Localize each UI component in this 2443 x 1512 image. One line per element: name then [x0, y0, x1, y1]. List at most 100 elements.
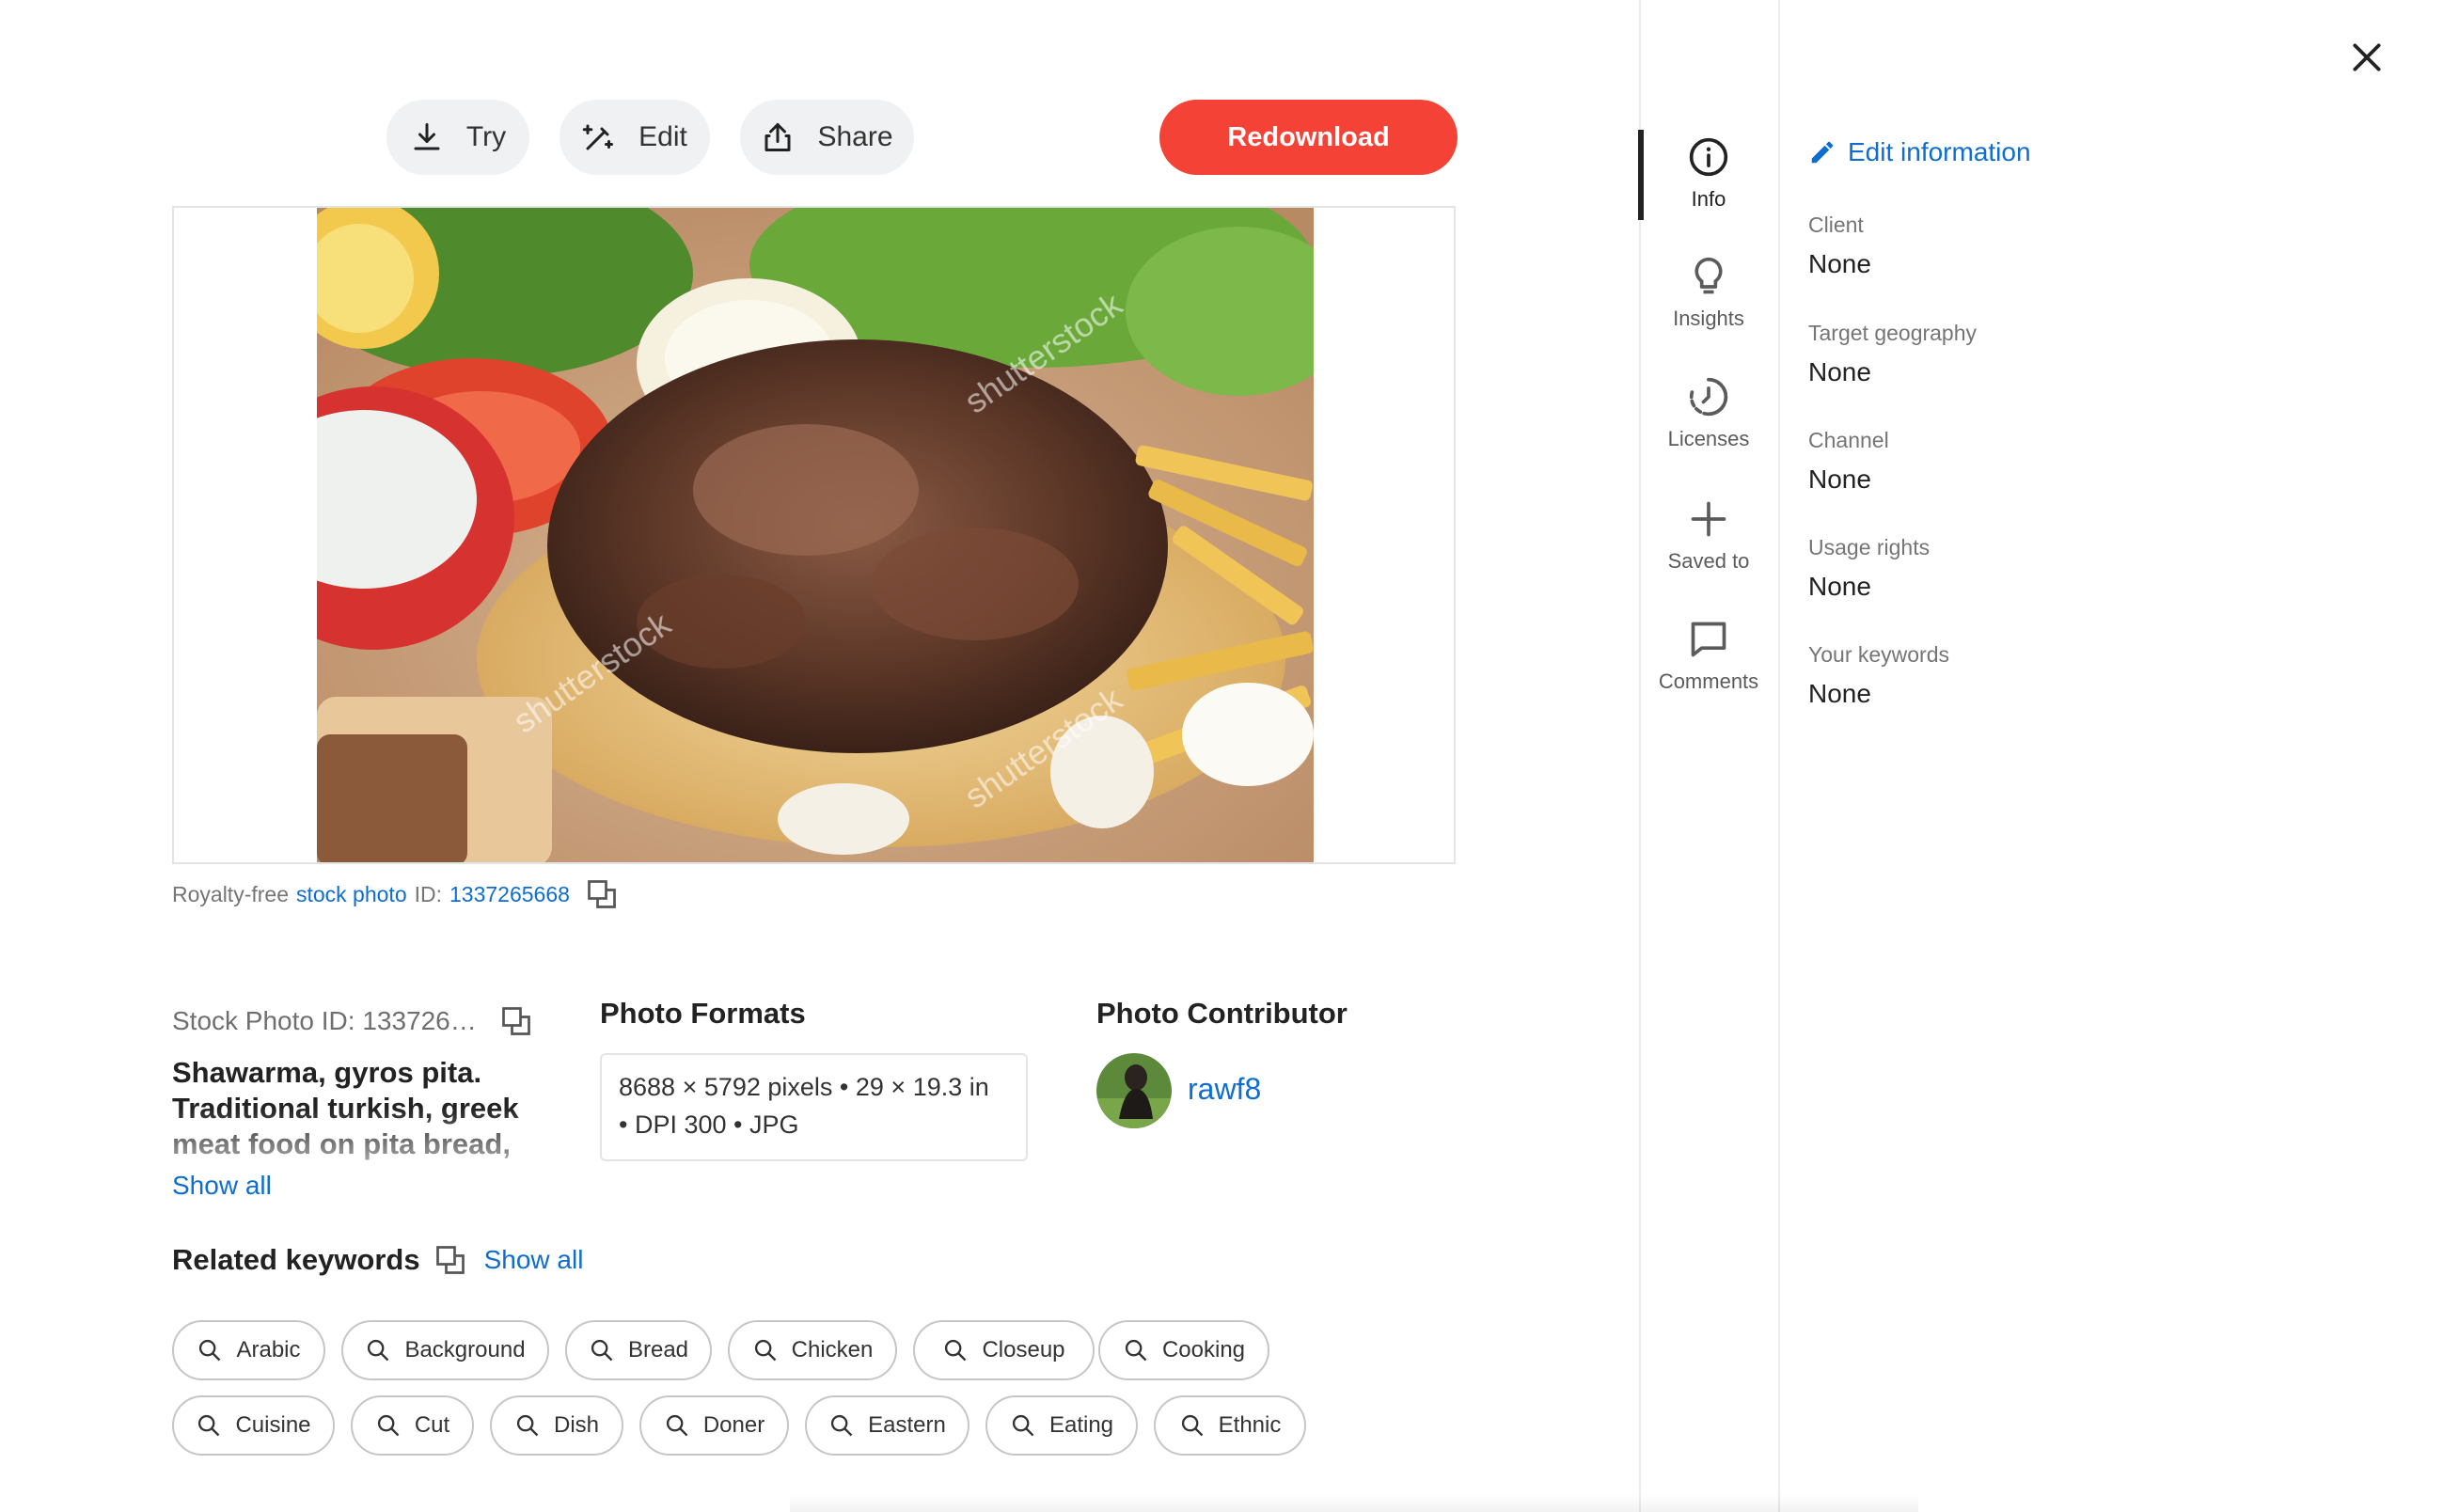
- search-icon: [664, 1412, 690, 1439]
- rail-divider-right: [1778, 0, 1780, 1512]
- search-icon: [196, 1412, 222, 1439]
- keyword-label: Doner: [702, 1412, 765, 1438]
- keyword-label: Eating: [1048, 1412, 1114, 1438]
- usage-rights-value: None: [1808, 572, 1871, 601]
- photo-caption: Royalty-free stock photo ID: 1337265668: [172, 876, 619, 912]
- keyword-label: Closeup: [982, 1337, 1065, 1362]
- formats-line-2: • DPI 300 • JPG: [619, 1110, 799, 1139]
- photo-contributor-title: Photo Contributor: [1096, 997, 1348, 1030]
- search-icon: [1179, 1412, 1206, 1439]
- history-icon: [1688, 376, 1729, 417]
- keyword-chip[interactable]: Eating: [985, 1395, 1138, 1456]
- keyword-label: Bread: [627, 1337, 689, 1362]
- keyword-chip[interactable]: Chicken: [728, 1320, 897, 1380]
- keyword-chip[interactable]: Cut: [351, 1395, 474, 1456]
- keyword-chip[interactable]: Bread: [565, 1320, 712, 1380]
- edit-information-label: Edit information: [1848, 137, 2031, 166]
- keyword-label: Cuisine: [235, 1412, 311, 1438]
- keyword-chip[interactable]: Dish: [490, 1395, 623, 1456]
- keyword-label: Background: [404, 1337, 526, 1362]
- rail-item-licenses[interactable]: Licenses: [1644, 376, 1773, 451]
- keyword-label: Arabic: [236, 1337, 301, 1362]
- lightbulb-icon: [1688, 256, 1729, 297]
- search-icon: [1010, 1412, 1036, 1439]
- keyword-chip[interactable]: Ethnic: [1154, 1395, 1306, 1456]
- try-button[interactable]: Try: [386, 100, 529, 175]
- edit-information-link[interactable]: Edit information: [1808, 137, 2031, 167]
- stock-photo: shutterstock shutterstock shutterstock: [317, 208, 1314, 862]
- your-keywords-value: None: [1808, 679, 1871, 708]
- related-keywords-title: Related keywords: [172, 1243, 420, 1276]
- channel-label: Channel: [1808, 428, 1889, 452]
- search-icon: [752, 1337, 779, 1363]
- rail-label-info: Info: [1691, 187, 1726, 211]
- keyword-label: Eastern: [868, 1412, 946, 1438]
- share-label: Share: [817, 121, 893, 152]
- contributor-avatar[interactable]: [1096, 1053, 1172, 1128]
- keyword-label: Cut: [414, 1412, 450, 1438]
- client-value: None: [1808, 249, 1871, 278]
- stock-id-text: Stock Photo ID: 133726…: [172, 1006, 477, 1035]
- contributor-name-link[interactable]: rawf8: [1188, 1072, 1261, 1107]
- related-keywords-header: Related keywords Show all: [172, 1243, 583, 1277]
- close-icon: [2349, 39, 2385, 75]
- keyword-chip[interactable]: Cuisine: [172, 1395, 335, 1456]
- keyword-chip[interactable]: Arabic: [172, 1320, 325, 1380]
- comment-icon: [1688, 619, 1729, 660]
- target-geography-value: None: [1808, 357, 1871, 386]
- rail-label-comments: Comments: [1658, 669, 1759, 693]
- photo-id-link[interactable]: 1337265668: [449, 882, 570, 907]
- rail-label-insights: Insights: [1673, 307, 1744, 330]
- rail-item-saved-to[interactable]: Saved to: [1644, 498, 1773, 574]
- channel-value: None: [1808, 465, 1871, 494]
- stock-photo-link[interactable]: stock photo: [296, 882, 407, 907]
- keyword-label: Chicken: [791, 1337, 874, 1362]
- keyword-chip[interactable]: Background: [341, 1320, 549, 1380]
- rail-item-comments[interactable]: Comments: [1644, 619, 1773, 694]
- photo-preview: shutterstock shutterstock shutterstock: [172, 206, 1456, 864]
- plus-icon: [1688, 498, 1729, 540]
- caption-id-label: ID:: [414, 881, 443, 906]
- search-icon: [1123, 1337, 1149, 1363]
- rail-label-licenses: Licenses: [1667, 427, 1750, 450]
- magic-edit-icon: [582, 120, 616, 154]
- caption-prefix: Royalty-free: [172, 881, 289, 906]
- rail-item-insights[interactable]: Insights: [1644, 256, 1773, 331]
- photo-description: Shawarma, gyros pita. Traditional turkis…: [172, 1056, 519, 1160]
- search-icon: [828, 1412, 855, 1439]
- keyword-label: Cooking: [1161, 1337, 1246, 1362]
- download-icon: [410, 120, 444, 154]
- photo-formats-box: 8688 × 5792 pixels • 29 × 19.3 in • DPI …: [600, 1053, 1028, 1161]
- keyword-chip[interactable]: Closeup: [913, 1320, 1095, 1380]
- edit-label: Edit: [638, 121, 687, 152]
- rail-label-saved-to: Saved to: [1667, 549, 1750, 573]
- search-icon: [375, 1412, 402, 1439]
- rail-item-info[interactable]: Info: [1644, 136, 1773, 212]
- redownload-button[interactable]: Redownload: [1159, 100, 1458, 175]
- show-all-description-link[interactable]: Show all: [172, 1171, 272, 1201]
- keyword-label: Dish: [553, 1412, 599, 1438]
- bottom-fade: [790, 1493, 1918, 1512]
- share-icon: [761, 120, 795, 154]
- keyword-chip[interactable]: Cooking: [1098, 1320, 1269, 1380]
- client-label: Client: [1808, 213, 1864, 237]
- copy-id-icon[interactable]: [499, 1004, 533, 1038]
- search-icon: [589, 1337, 615, 1363]
- try-label: Try: [465, 121, 507, 152]
- edit-button[interactable]: Edit: [560, 100, 710, 175]
- info-icon: [1688, 136, 1729, 178]
- keyword-chip[interactable]: Doner: [639, 1395, 789, 1456]
- search-icon: [514, 1412, 541, 1439]
- keyword-chip[interactable]: Eastern: [805, 1395, 969, 1456]
- pencil-icon: [1808, 138, 1836, 166]
- rail-divider-left: [1639, 0, 1641, 1512]
- share-button[interactable]: Share: [740, 100, 914, 175]
- your-keywords-label: Your keywords: [1808, 642, 1950, 667]
- show-all-keywords-link[interactable]: Show all: [484, 1245, 584, 1275]
- keyword-label: Ethnic: [1218, 1412, 1282, 1438]
- close-button[interactable]: [2349, 39, 2385, 75]
- copy-icon[interactable]: [585, 877, 619, 911]
- usage-rights-label: Usage rights: [1808, 535, 1931, 559]
- copy-keywords-icon[interactable]: [433, 1243, 467, 1277]
- search-icon: [365, 1337, 391, 1363]
